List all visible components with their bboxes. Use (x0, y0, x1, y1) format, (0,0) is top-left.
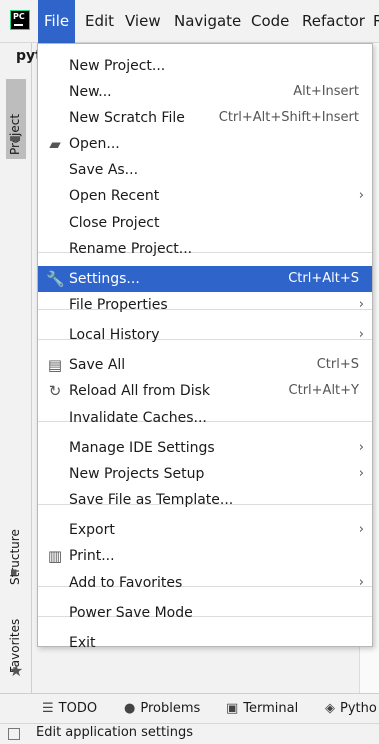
print-icon: ▥ (47, 547, 63, 565)
menu-item-close-project[interactable]: Close Project (38, 210, 372, 236)
terminal-tool-button[interactable]: ▣ Terminal (226, 694, 298, 724)
menu-item-power-save-mode[interactable]: Power Save Mode (38, 600, 372, 626)
menu-item-shortcut: Ctrl+Alt+Y (288, 383, 359, 398)
menu-item-new[interactable]: New... Alt+Insert (38, 79, 372, 105)
save-icon: ▤ (47, 356, 63, 374)
problems-label: Problems (140, 701, 201, 716)
chevron-right-icon: › (358, 297, 364, 312)
menu-item-shortcut: Ctrl+S (316, 357, 359, 372)
menu-item-shortcut: Ctrl+Alt+S (288, 271, 359, 286)
menu-item-new-projects-setup[interactable]: New Projects Setup › (38, 461, 372, 487)
menu-item-label: New Scratch File (69, 110, 185, 126)
menu-item-label: Print... (69, 548, 115, 564)
menu-item-reload-all-from-disk[interactable]: ↻ Reload All from Disk Ctrl+Alt+Y (38, 378, 372, 404)
terminal-label: Terminal (243, 701, 299, 716)
menu-item-label: Add to Favorites (69, 575, 183, 591)
menu-item-export[interactable]: Export › (38, 517, 372, 543)
menu-item-label: Power Save Mode (69, 605, 193, 621)
tool-window-bar: ☰ TODO ● Problems ▣ Terminal ◈ Pytho (0, 693, 379, 723)
status-toggle-icon[interactable] (8, 728, 20, 740)
menu-item-label: New Projects Setup (69, 466, 205, 482)
menu-item-rename-project[interactable]: Rename Project... (38, 236, 372, 262)
chevron-right-icon: › (358, 522, 364, 537)
menu-item-label: Save As... (69, 162, 139, 178)
menu-item-label: Settings... (69, 271, 140, 287)
list-icon: ☰ (42, 701, 54, 716)
chevron-right-icon: › (358, 575, 364, 590)
menu-item-file-properties[interactable]: File Properties › (38, 292, 372, 318)
menu-item-label: Export (69, 522, 115, 538)
menu-item-shortcut: Ctrl+Alt+Shift+Insert (218, 110, 359, 125)
chevron-right-icon: › (358, 440, 364, 455)
project-folder-icon: ▬ (9, 131, 22, 146)
menu-item-print[interactable]: ▥ Print... (38, 543, 372, 569)
python-icon: ◈ (325, 701, 335, 716)
menu-item-label: New... (69, 84, 112, 100)
pycharm-logo-icon: PC (10, 10, 30, 30)
todo-tool-button[interactable]: ☰ TODO (42, 694, 97, 724)
menu-item-add-to-favorites[interactable]: Add to Favorites › (38, 570, 372, 596)
menu-item-open-recent[interactable]: Open Recent › (38, 183, 372, 209)
menu-navigate[interactable]: Navigate (174, 0, 241, 43)
menu-refactor[interactable]: Refactor (302, 0, 365, 43)
file-menu-dropdown: New Project... New... Alt+Insert New Scratc… (37, 43, 373, 651)
terminal-icon: ▣ (226, 701, 239, 716)
menu-code[interactable]: Code (251, 0, 289, 43)
menu-item-label: Invalidate Caches... (69, 410, 207, 426)
menu-item-label: Rename Project... (69, 241, 193, 257)
menu-item-save-as[interactable]: Save As... (38, 157, 372, 183)
star-icon: ★ (9, 661, 24, 680)
menu-item-label: Save File as Template... (69, 492, 234, 508)
menu-view[interactable]: View (125, 0, 161, 43)
menu-item-save-file-as-template[interactable]: Save File as Template... (38, 487, 372, 513)
menu-item-label: Reload All from Disk (69, 383, 210, 399)
chevron-right-icon: › (358, 327, 364, 342)
main-menubar: PC File Edit View Navigate Code Refactor… (0, 0, 379, 43)
reload-icon: ↻ (48, 382, 62, 400)
info-icon: ● (124, 701, 136, 716)
python-console-label: Pytho (340, 701, 377, 716)
menu-item-label: Local History (69, 327, 160, 343)
wrench-icon: 🔧 (46, 270, 65, 288)
menu-item-invalidate-caches[interactable]: Invalidate Caches... (38, 405, 372, 431)
menu-run[interactable]: R (373, 0, 379, 43)
structure-icon: ▪ (10, 565, 18, 578)
problems-tool-button[interactable]: ● Problems (124, 694, 200, 724)
menu-item-label: Open... (69, 136, 120, 152)
menu-item-save-all[interactable]: ▤ Save All Ctrl+S (38, 352, 372, 378)
status-bar: Edit application settings (0, 723, 379, 744)
menu-item-label: Close Project (69, 215, 160, 231)
menu-item-label: Save All (69, 357, 126, 373)
status-message: Edit application settings (36, 725, 193, 740)
menu-item-settings[interactable]: 🔧 Settings... Ctrl+Alt+S (38, 266, 372, 292)
python-console-tool-button[interactable]: ◈ Pytho (325, 694, 377, 724)
menu-item-label: Open Recent (69, 188, 160, 204)
menu-item-manage-ide-settings[interactable]: Manage IDE Settings › (38, 435, 372, 461)
chevron-right-icon: › (358, 466, 364, 481)
menu-item-exit[interactable]: Exit (38, 630, 372, 656)
folder-icon: ▰ (49, 135, 61, 153)
menu-item-new-project[interactable]: New Project... (38, 53, 372, 79)
left-tool-strip: Project ▬ Structure ▪ Favorites ★ (0, 43, 32, 693)
menu-item-open[interactable]: ▰ Open... (38, 131, 372, 157)
menu-edit[interactable]: Edit (85, 0, 114, 43)
menu-item-label: Exit (69, 635, 96, 651)
project-tool-tab[interactable]: Project (6, 79, 26, 159)
menu-item-label: File Properties (69, 297, 168, 313)
menu-item-label: Manage IDE Settings (69, 440, 215, 456)
todo-label: TODO (58, 701, 98, 716)
menu-item-label: New Project... (69, 58, 166, 74)
menu-file[interactable]: File (38, 0, 76, 43)
menu-item-local-history[interactable]: Local History › (38, 322, 372, 348)
menu-item-shortcut: Alt+Insert (293, 84, 359, 99)
menu-item-new-scratch-file[interactable]: New Scratch File Ctrl+Alt+Shift+Insert (38, 105, 372, 131)
chevron-right-icon: › (358, 188, 364, 203)
